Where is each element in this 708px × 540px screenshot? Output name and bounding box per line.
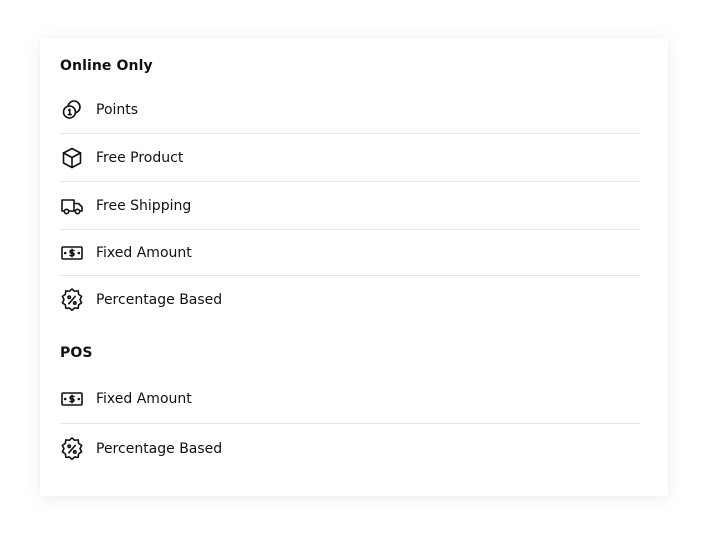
option-label: Free Product xyxy=(96,149,184,166)
percent-badge-icon xyxy=(60,437,84,461)
coins-icon xyxy=(60,98,84,122)
option-label: Points xyxy=(96,101,139,118)
option-label: Percentage Based xyxy=(96,441,223,457)
truck-icon xyxy=(60,194,84,218)
option-fixed-amount[interactable]: Fixed Amount xyxy=(60,374,640,424)
section-title-pos: POS xyxy=(60,345,93,361)
box-icon xyxy=(60,146,84,170)
option-label: Free Shipping xyxy=(96,197,192,214)
option-free-product[interactable]: Free Product xyxy=(60,134,640,182)
section-title-online-only: Online Only xyxy=(60,58,153,74)
option-percentage-based[interactable]: Percentage Based xyxy=(60,276,640,324)
option-free-shipping[interactable]: Free Shipping xyxy=(60,182,640,230)
option-percentage-based[interactable]: Percentage Based xyxy=(60,424,640,474)
percent-badge-icon xyxy=(60,288,84,312)
option-points[interactable]: Points xyxy=(60,86,640,134)
online-only-list: Points Free Product Free Shipping Fixed … xyxy=(60,86,640,324)
dollar-bill-icon xyxy=(60,241,84,265)
option-label: Fixed Amount xyxy=(96,390,192,407)
option-label: Fixed Amount xyxy=(96,244,192,261)
reward-type-card: Online Only Points Free Product Free Shi… xyxy=(40,38,668,496)
option-label: Percentage Based xyxy=(96,292,223,308)
dollar-bill-icon xyxy=(60,387,84,411)
option-fixed-amount[interactable]: Fixed Amount xyxy=(60,230,640,276)
pos-list: Fixed Amount Percentage Based xyxy=(60,374,640,474)
